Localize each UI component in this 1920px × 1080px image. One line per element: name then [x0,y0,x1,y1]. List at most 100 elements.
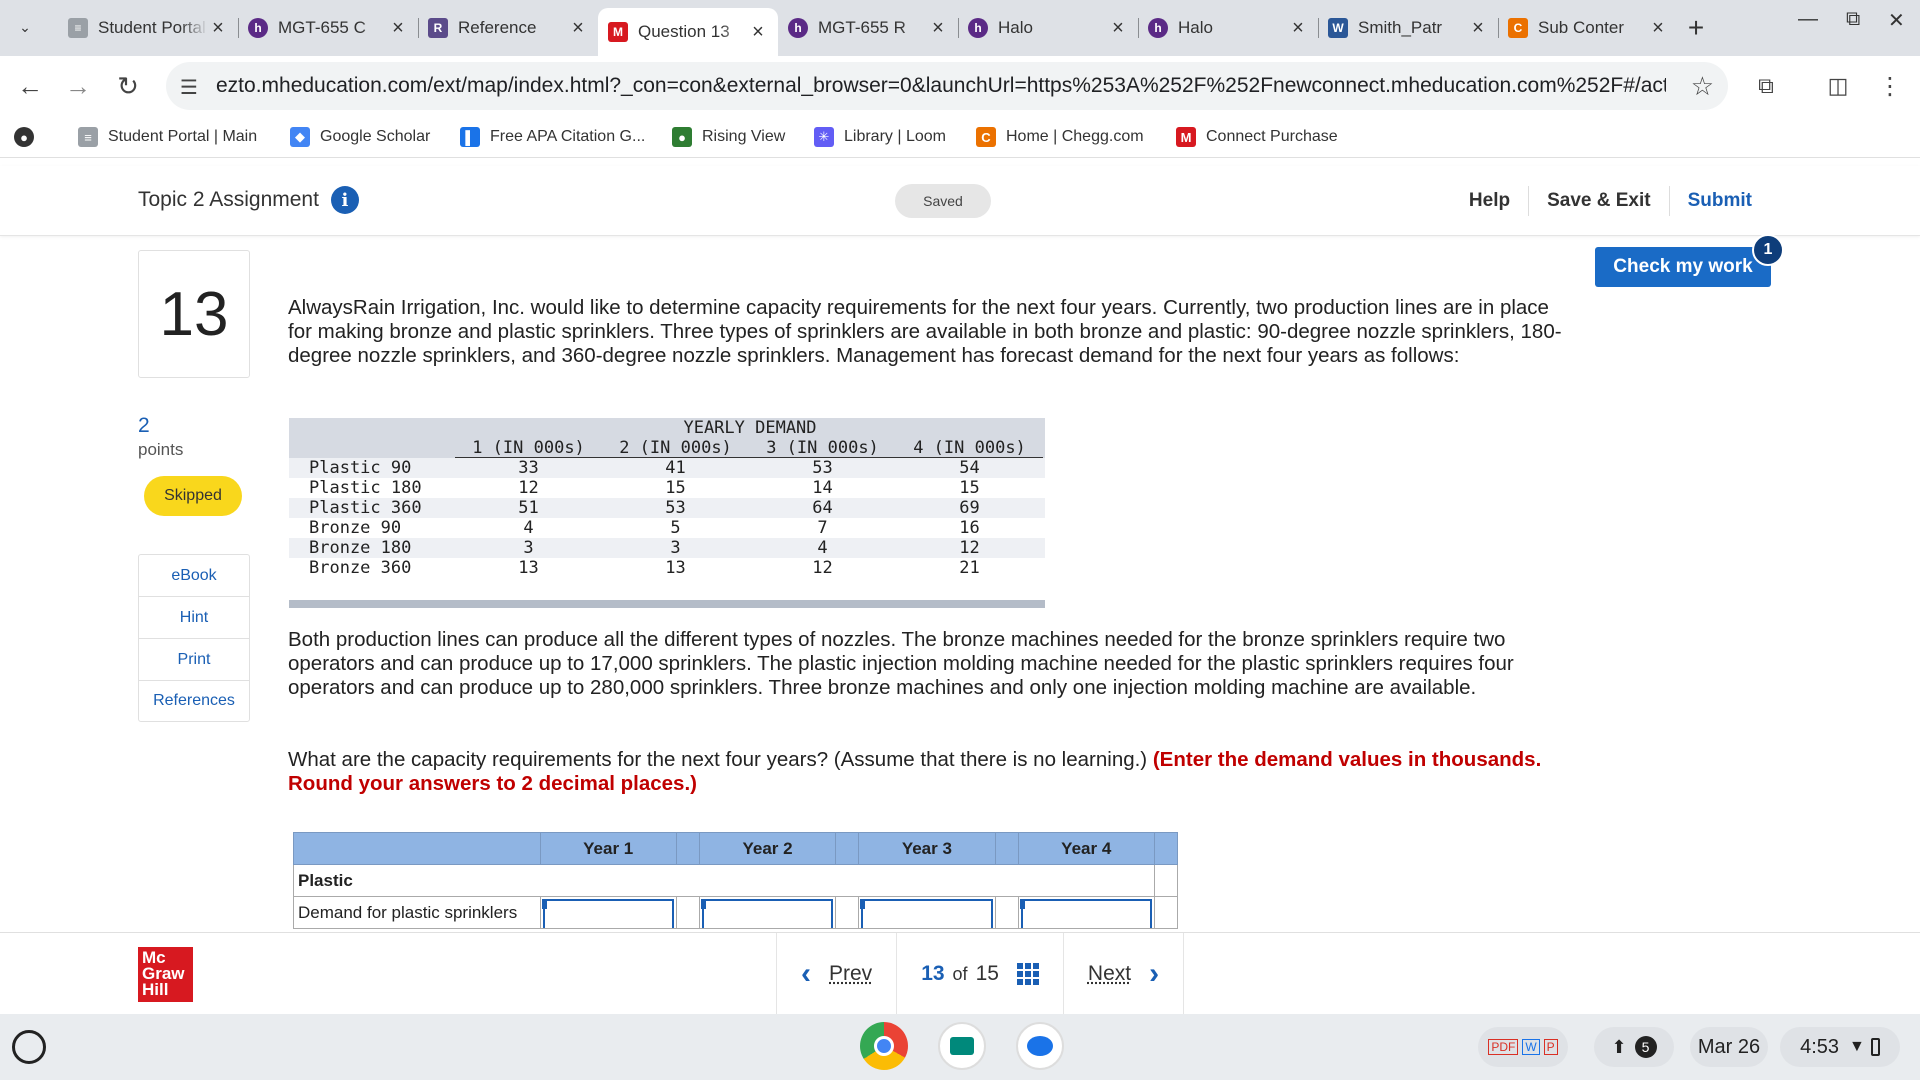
meet-icon[interactable] [938,1022,986,1070]
year-3-header: Year 3 [858,832,996,865]
doc-icon: ≡ [78,127,98,147]
bookmark-item[interactable]: ≡ Student Portal | Main [78,124,257,150]
bookmark-label: Home | Chegg.com [1006,128,1144,145]
globe-icon[interactable]: ● [14,124,44,150]
check-work-count-badge: 1 [1752,234,1784,266]
tab-title: Question 13 [638,22,730,41]
date-display[interactable]: Mar 26 [1690,1027,1768,1067]
mcgraw-hill-logo: Mc Graw Hill [138,947,193,1002]
row-label: Bronze 90 [309,518,402,538]
side-panel-icon[interactable]: ◫ [1822,70,1854,102]
tab-title: MGT-655 C [278,18,366,37]
browser-tab[interactable]: h MGT-655 R × [778,8,958,48]
reload-icon[interactable]: ↻ [112,70,144,102]
halo-icon: h [968,18,988,38]
flag-icon [700,899,706,909]
yearly-demand-heading: YEARLY DEMAND [683,418,817,438]
year-1-demand-input[interactable] [539,896,677,929]
tab-title: Halo [1178,18,1213,37]
close-tab-icon[interactable]: × [748,21,768,44]
print-button[interactable]: Print [139,639,249,681]
table-cell: 41 [665,458,686,478]
table-cell: 3 [670,538,681,558]
question-prompt: What are the capacity requirements for t… [288,748,1578,796]
year-4-demand-input[interactable] [1017,896,1155,929]
close-tab-icon[interactable]: × [1288,17,1308,40]
assignment-title: Topic 2 Assignment i [138,186,359,214]
submit-button[interactable]: Submit [1670,190,1770,212]
browser-tab[interactable]: M Question 13 × [598,8,778,56]
bookmark-label: Free APA Citation G... [490,128,646,145]
year-3-demand-input[interactable] [858,896,996,929]
row-label: Bronze 180 [309,538,412,558]
bookmark-star-icon[interactable]: ☆ [1691,71,1714,102]
browser-tab[interactable]: C Sub Conter × [1498,8,1678,48]
close-tab-icon[interactable]: × [568,17,588,40]
prev-button[interactable]: ‹ Prev [776,933,896,1015]
ebook-button[interactable]: eBook [139,555,249,597]
close-tab-icon[interactable]: × [1468,17,1488,40]
browser-tab[interactable]: ≡ Student Portal × [58,8,238,48]
forward-arrow-icon[interactable]: → [62,70,94,102]
blank-cell [675,896,700,929]
table-cell: 3 [523,538,534,558]
question-tools: eBook Hint Print References [138,554,250,722]
browser-tab[interactable]: h Halo × [958,8,1138,48]
browser-tab-bar: ⌄ ≡ Student Portal × h MGT-655 C × R Reference ×… [0,0,1920,56]
close-tab-icon[interactable]: × [208,17,228,40]
browser-tab[interactable]: R Reference × [418,8,598,48]
blank-header-cell [293,832,541,865]
browser-tab[interactable]: W Smith_Patr × [1318,8,1498,48]
help-button[interactable]: Help [1451,190,1528,212]
pager: ‹ Prev 13 of 15 Next › [776,933,1185,1015]
browser-tab[interactable]: h Halo × [1138,8,1318,48]
spacer-header [675,832,700,865]
notification-tray[interactable]: ⬆ 5 [1594,1027,1674,1067]
table-cell: 33 [518,458,539,478]
close-tab-icon[interactable]: × [1648,17,1668,40]
new-tab-button[interactable]: + [1680,12,1712,44]
clock-tray[interactable]: 4:53 ▼ [1780,1027,1900,1067]
browser-menu-icon[interactable]: ⋮ [1874,70,1906,102]
close-tab-icon[interactable]: × [1108,17,1128,40]
file-tray-icon[interactable]: PDF W P [1478,1027,1568,1067]
upload-icon: ⬆ [1611,1036,1627,1057]
browser-tab[interactable]: h MGT-655 C × [238,8,418,48]
extensions-icon[interactable]: ⧉ [1750,70,1782,102]
table-cell: 16 [959,518,980,538]
chrome-icon[interactable] [860,1022,908,1070]
bookmark-item[interactable]: ◆ Google Scholar [290,124,430,150]
mcgraw-icon: M [608,22,628,42]
table-cell: 15 [959,478,980,498]
hint-button[interactable]: Hint [139,597,249,639]
tab-search-chevron-icon[interactable]: ⌄ [10,12,40,42]
question-map-button[interactable]: 13 of 15 [896,933,1063,1015]
close-tab-icon[interactable]: × [388,17,408,40]
bookmark-item[interactable]: ✳ Library | Loom [814,124,946,150]
bookmark-item[interactable]: ▌ Free APA Citation G... [460,124,645,150]
back-arrow-icon[interactable]: ← [14,70,46,102]
blank-header-cell [289,438,455,458]
omnibox[interactable]: ☰ ezto.mheducation.com/ext/map/index.htm… [166,62,1728,110]
close-window-icon[interactable]: ✕ [1888,8,1905,33]
check-my-work-button[interactable]: Check my work [1595,247,1771,287]
restore-icon[interactable]: ⧉ [1846,8,1860,31]
minimize-icon[interactable]: — [1798,8,1818,31]
url-text[interactable]: ezto.mheducation.com/ext/map/index.html?… [216,74,1666,98]
assignment-header: Topic 2 Assignment i Saved Help Save & E… [0,166,1920,236]
info-icon[interactable]: i [330,186,359,214]
bookmark-item[interactable]: ● Rising View [672,124,785,150]
references-button[interactable]: References [139,681,249,721]
bookmark-item[interactable]: C Home | Chegg.com [976,124,1144,150]
site-settings-icon[interactable]: ☰ [180,75,198,100]
launcher-icon[interactable] [12,1030,46,1064]
save-exit-button[interactable]: Save & Exit [1529,190,1669,212]
table-cell: 14 [812,478,833,498]
next-button[interactable]: Next › [1062,933,1185,1015]
messages-icon[interactable] [1016,1022,1064,1070]
year-4-header: Year 4 [1017,832,1155,865]
close-tab-icon[interactable]: × [928,17,948,40]
bookmark-item[interactable]: M Connect Purchase [1176,124,1338,150]
year-2-demand-input[interactable] [698,896,837,929]
year-1-header: Year 1 [539,832,677,865]
